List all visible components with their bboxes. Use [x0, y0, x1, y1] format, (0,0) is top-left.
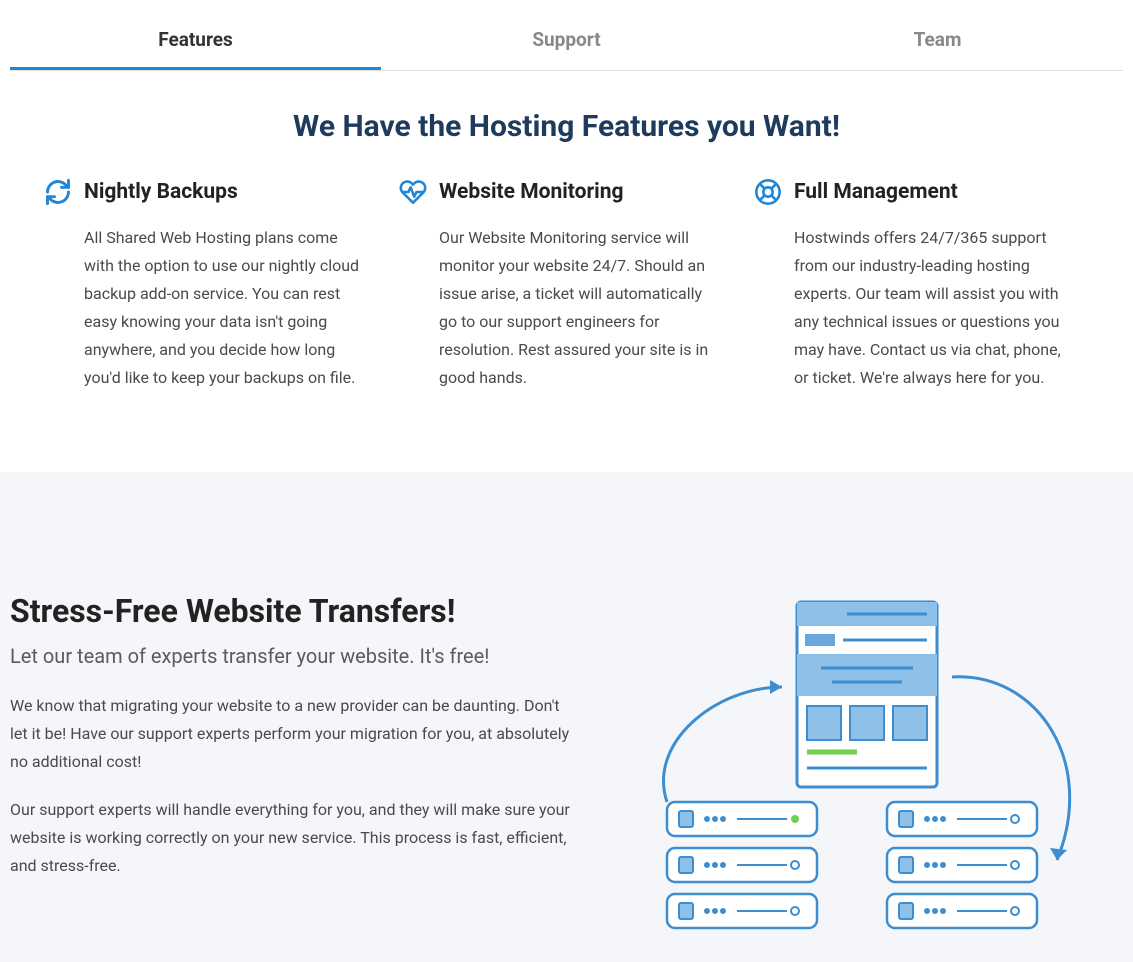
feature-title: Website Monitoring: [439, 180, 624, 204]
tab-team[interactable]: Team: [752, 10, 1123, 70]
feature-title: Full Management: [794, 180, 958, 204]
transfers-section: Stress-Free Website Transfers! Let our t…: [0, 472, 1133, 962]
transfers-paragraph-1: We know that migrating your website to a…: [10, 692, 570, 776]
refresh-icon: [44, 178, 72, 206]
tab-support[interactable]: Support: [381, 10, 752, 70]
features-row: Nightly Backups All Shared Web Hosting p…: [0, 178, 1133, 472]
feature-body: Hostwinds offers 24/7/365 support from o…: [754, 224, 1089, 392]
transfers-subtitle: Let our team of experts transfer your we…: [10, 644, 570, 668]
feature-body: All Shared Web Hosting plans come with t…: [44, 224, 379, 392]
features-headline: We Have the Hosting Features you Want!: [0, 109, 1133, 144]
feature-backups: Nightly Backups All Shared Web Hosting p…: [44, 178, 379, 392]
tab-bar: Features Support Team: [10, 10, 1123, 71]
transfers-paragraph-2: Our support experts will handle everythi…: [10, 796, 570, 880]
feature-body: Our Website Monitoring service will moni…: [399, 224, 734, 392]
feature-management: Full Management Hostwinds offers 24/7/36…: [754, 178, 1089, 392]
transfers-title: Stress-Free Website Transfers!: [10, 592, 570, 630]
tab-features[interactable]: Features: [10, 10, 381, 70]
lifebuoy-icon: [754, 178, 782, 206]
feature-monitoring: Website Monitoring Our Website Monitorin…: [399, 178, 734, 392]
feature-title: Nightly Backups: [84, 180, 238, 204]
transfers-illustration: [590, 592, 1123, 942]
heartbeat-icon: [399, 178, 427, 206]
